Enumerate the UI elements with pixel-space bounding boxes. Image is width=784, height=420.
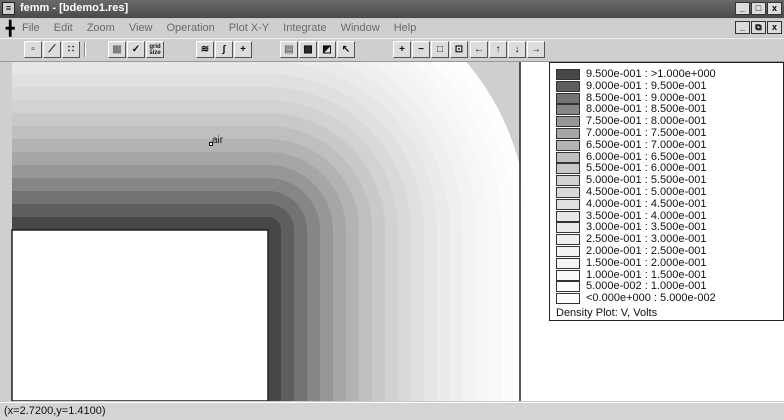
close-button[interactable]: x	[767, 2, 782, 15]
maximize-button[interactable]: □	[751, 2, 766, 15]
legend-swatch	[556, 222, 580, 234]
legend-range-label: 1.000e-001 : 1.500e-001	[586, 268, 707, 281]
legend-range-label: 9.500e-001 : >1.000e+000	[586, 68, 716, 80]
legend-range-label: 9.000e-001 : 9.500e-001	[586, 79, 707, 92]
zoom-in-icon[interactable]: +	[393, 41, 411, 58]
legend-swatch	[556, 257, 580, 269]
legend-range-label: 4.500e-001 : 5.000e-001	[586, 186, 707, 198]
window-controls: _ □ x	[735, 2, 782, 15]
integral-icon[interactable]: ∫	[215, 41, 233, 58]
air-region-label: air	[212, 135, 224, 146]
menu-bar: ╋ File Edit Zoom View Operation Plot X-Y…	[0, 19, 784, 37]
doc-minimize-button[interactable]: _	[735, 21, 750, 34]
arrow-up-icon[interactable]: ↑	[489, 41, 507, 58]
menu-integrate[interactable]: Integrate	[283, 22, 326, 34]
pointer-icon[interactable]: ↖	[337, 41, 355, 58]
legend-range-label: 5.500e-001 : 6.000e-001	[586, 162, 707, 175]
zoom-window-icon[interactable]: □	[431, 41, 449, 58]
arrow-left-icon[interactable]: ←	[470, 41, 488, 58]
legend-range-label: 4.000e-001 : 4.500e-001	[586, 197, 707, 210]
plot-canvas[interactable]: air 9.500e-001 : >1.000e+000 9.000e-001 :…	[0, 62, 784, 401]
toolbar-separator	[84, 42, 86, 57]
legend-range-label: 5.000e-002 : 1.000e-001	[586, 280, 707, 293]
legend-caption: Density Plot: V, Volts	[556, 307, 658, 319]
legend-range-label: 8.500e-001 : 9.000e-001	[586, 91, 707, 104]
zoom-out-icon[interactable]: −	[412, 41, 430, 58]
legend-swatch	[556, 80, 580, 92]
menu-file[interactable]: File	[22, 22, 40, 34]
legend-range-label: 2.000e-001 : 2.500e-001	[586, 245, 707, 257]
legend-range-label: 3.000e-001 : 3.500e-001	[586, 221, 707, 234]
arrow-down-icon[interactable]: ↓	[508, 41, 526, 58]
legend-swatch	[556, 69, 580, 80]
menu-items: File Edit Zoom View Operation Plot X-Y I…	[22, 22, 416, 34]
menu-plot-xy[interactable]: Plot X-Y	[229, 22, 269, 34]
legend-range-label: 1.500e-001 : 2.000e-001	[586, 256, 707, 269]
arrow-right-icon[interactable]: →	[527, 41, 545, 58]
legend-range-label: 6.500e-001 : 7.000e-001	[586, 138, 707, 151]
legend-range-label: 6.000e-001 : 6.500e-001	[586, 150, 707, 163]
contour-plot-icon[interactable]: ≋	[196, 41, 214, 58]
menu-edit[interactable]: Edit	[54, 22, 73, 34]
legend-swatch	[556, 139, 580, 151]
density-plot-icon[interactable]: ▩	[299, 41, 317, 58]
legend-swatch	[556, 198, 580, 210]
snap-grid-icon[interactable]: ✓	[127, 41, 145, 58]
zoom-natural-icon[interactable]: ⊡	[450, 41, 468, 58]
doc-close-button[interactable]: x	[767, 21, 782, 34]
legend-swatch	[556, 104, 580, 116]
legend-swatch	[556, 210, 580, 222]
show-grid-icon[interactable]: ▦	[108, 41, 126, 58]
mesh-icon[interactable]: ◩	[318, 41, 336, 58]
vector-plot-icon[interactable]: ▤	[280, 41, 298, 58]
grid-size-button[interactable]: grid size	[146, 41, 164, 58]
menu-help[interactable]: Help	[394, 22, 417, 34]
doc-restore-button[interactable]: ⧉	[751, 21, 766, 34]
node-mode-icon[interactable]: ▫	[24, 41, 42, 58]
legend-swatch	[556, 163, 580, 175]
window-title: femm - [bdemo1.res]	[20, 2, 129, 14]
legend-range-label: 2.500e-001 : 3.000e-001	[586, 233, 707, 246]
legend-swatch	[556, 151, 580, 163]
document-controls: _ ⧉ x	[735, 21, 782, 34]
minimize-button[interactable]: _	[735, 2, 750, 15]
legend-range-label: <0.000e+000 : 5.000e-002	[586, 292, 716, 305]
legend-swatch	[556, 293, 580, 305]
legend-swatch	[556, 92, 580, 104]
menu-view[interactable]: View	[129, 22, 153, 34]
legend-swatch	[556, 281, 580, 293]
density-legend: 9.500e-001 : >1.000e+000 9.000e-001 : 9.5…	[549, 62, 784, 321]
crosshair-icon[interactable]: +	[234, 41, 252, 58]
menu-zoom[interactable]: Zoom	[87, 22, 115, 34]
arc-mode-icon[interactable]: ∷	[62, 41, 80, 58]
menu-window[interactable]: Window	[341, 22, 380, 34]
legend-swatch	[556, 246, 580, 257]
document-icon[interactable]: ╋	[6, 21, 18, 35]
legend-range-label: 3.500e-001 : 4.000e-001	[586, 209, 707, 222]
menu-operation[interactable]: Operation	[166, 22, 214, 34]
legend-swatch	[556, 234, 580, 246]
legend-range-label: 5.000e-001 : 5.500e-001	[586, 174, 707, 187]
segment-mode-icon[interactable]: ⟋	[43, 41, 61, 58]
legend-swatch	[556, 187, 580, 198]
legend-range-label: 8.000e-001 : 8.500e-001	[586, 103, 707, 116]
status-bar: (x=2.7200,y=1.4100)	[0, 402, 784, 420]
legend-swatch	[556, 269, 580, 281]
cursor-coordinates: (x=2.7200,y=1.4100)	[4, 405, 106, 417]
legend-swatch	[556, 175, 580, 187]
legend-range-label: 7.000e-001 : 7.500e-001	[586, 127, 707, 139]
app-icon[interactable]: ≡	[2, 2, 15, 15]
grid-size-label: grid size	[149, 44, 161, 56]
legend-swatch	[556, 128, 580, 139]
legend-range-label: 7.500e-001 : 8.000e-001	[586, 115, 707, 128]
toolbar: ▫ ⟋ ∷ ▦ ✓ grid size ≋ ∫ + ▤ ▩ ◩ ↖ + − □ …	[0, 38, 784, 62]
title-bar: ≡ femm - [bdemo1.res] _ □ x	[0, 0, 784, 18]
conductor-region	[11, 229, 269, 401]
legend-swatch	[556, 116, 580, 128]
